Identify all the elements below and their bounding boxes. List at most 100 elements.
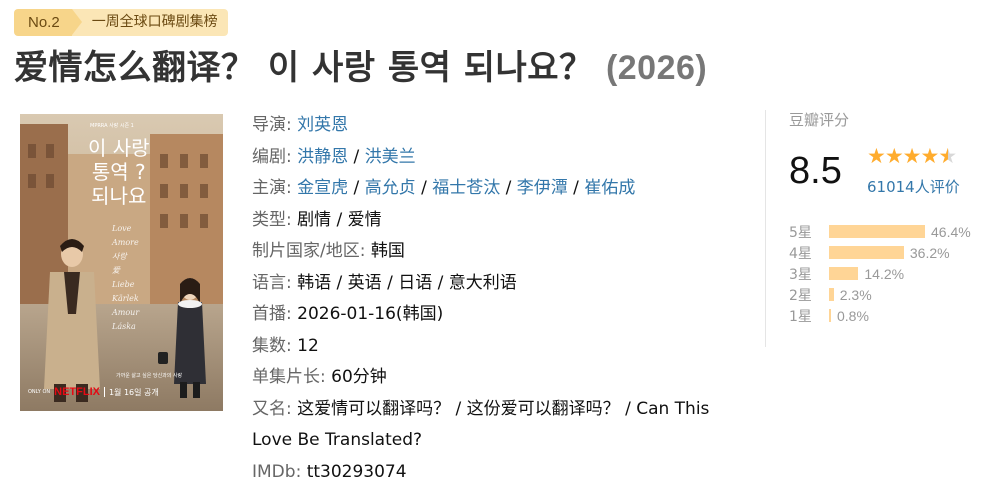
poster-word: 爱: [112, 266, 120, 275]
dist-row: 2星 2.3%: [789, 284, 979, 305]
poster-word: Love: [112, 224, 132, 233]
dist-row: 5星 46.4%: [789, 221, 979, 242]
imdb-label: IMDb:: [252, 461, 302, 482]
premiere-label: 首播:: [252, 304, 292, 324]
star-icon: ★: [920, 144, 939, 168]
dist-bar: [829, 267, 859, 280]
director-row: 导演: 刘英恩: [252, 110, 732, 142]
info-panel: 导演: 刘英恩 编剧: 洪静恩 / 洪美兰 主演: 金宣虎 / 高允贞 / 福士…: [252, 110, 732, 488]
cast-row: 主演: 金宣虎 / 高允贞 / 福士苍汰 / 李伊潭 / 崔佑成: [252, 173, 732, 205]
dist-percent: 2.3%: [839, 286, 872, 303]
genre-label: 类型:: [252, 209, 292, 230]
episodes-row: 集数: 12: [252, 331, 732, 363]
poster-korean-title: 이 사랑 통역 ? 되나요: [88, 136, 150, 208]
poster-word: Kärlek: [112, 294, 139, 303]
aka-row: 又名: 这爱情可以翻译吗？ / 这份爱可以翻译吗？ / Can This Lov…: [252, 394, 732, 457]
language-label: 语言:: [252, 272, 292, 293]
cast-label: 主演:: [252, 178, 292, 198]
star-icon: ★: [884, 144, 904, 168]
country-label: 制片国家/地区:: [252, 241, 366, 261]
dist-bar: [829, 246, 904, 259]
dist-bar: [829, 288, 834, 301]
dist-label: 4星: [789, 245, 812, 262]
imdb-row: IMDb: tt30293074: [252, 457, 732, 489]
half-star-icon: ★: [938, 144, 957, 168]
rank-number: No.2: [14, 9, 82, 36]
rank-badge[interactable]: No.2 一周全球口碑剧集榜: [14, 9, 228, 36]
writer-link[interactable]: 洪美兰: [365, 147, 416, 167]
dist-row: 1星 0.8%: [789, 305, 979, 326]
poster-word: 사랑: [112, 252, 127, 261]
cast-link[interactable]: 福士苍汰: [432, 178, 500, 198]
genre-row: 类型: 剧情 / 爱情: [252, 205, 732, 237]
poster-word: Liebe: [112, 280, 135, 289]
runtime-label: 单集片长:: [252, 367, 326, 387]
poster-divider: [103, 387, 105, 397]
dist-bar: [829, 309, 831, 322]
netflix-logo: NETFLIX: [54, 386, 100, 398]
dist-percent: 46.4%: [931, 223, 971, 240]
country-row: 制片国家/地区: 韩国: [252, 236, 732, 268]
poster-footer: ONLY ON NETFLIX 1월 16일 공개: [28, 386, 159, 398]
dist-percent: 14.2%: [864, 265, 905, 282]
poster-script-words: Love Amore 사랑 爱 Liebe Kärlek Amour Láska: [112, 222, 139, 334]
aka-label: 又名:: [252, 398, 292, 419]
poster-title-line-3: 되나요: [91, 184, 147, 208]
language-row: 语言: 韩语 / 英语 / 日语 / 意大利语: [252, 268, 732, 300]
poster-image[interactable]: MPRRA 사랑 시즌 1 이 사랑 통역 ? 되나요 Love Amore 사…: [20, 114, 223, 411]
aka-value: 这爱情可以翻译吗？ / 这份爱可以翻译吗？ / Can This Love Be…: [252, 398, 710, 451]
dist-label: 1星: [789, 308, 812, 325]
director-label: 导演:: [252, 115, 292, 135]
poster-top-text: MPRRA 사랑 시즌 1: [90, 123, 134, 129]
writer-row: 编剧: 洪静恩 / 洪美兰: [252, 142, 732, 174]
language-value: 韩语 / 英语 / 日语 / 意大利语: [297, 272, 517, 293]
cast-link[interactable]: 高允贞: [365, 178, 416, 198]
title-year: (2026): [605, 49, 708, 87]
episodes-value: 12: [297, 335, 319, 356]
writer-link[interactable]: 洪静恩: [297, 147, 348, 167]
dist-row: 3星 14.2%: [789, 263, 979, 284]
star-icon: ★: [867, 144, 886, 168]
cast-link[interactable]: 崔佑成: [584, 178, 635, 198]
star-icon: ★: [902, 144, 922, 168]
separator: /: [415, 178, 433, 198]
dist-label: 3星: [789, 266, 812, 283]
dist-row: 4星 36.2%: [789, 242, 979, 263]
title-main: 爱情怎么翻译？ 이 사랑 통역 되나요？: [14, 48, 594, 88]
premiere-value: 2026-01-16(韩国): [297, 304, 444, 324]
runtime-value: 60分钟: [331, 367, 387, 387]
dist-bar: [829, 225, 925, 238]
poster-word: Amore: [112, 238, 139, 247]
dist-label: 2星: [789, 287, 812, 304]
director-link[interactable]: 刘英恩: [297, 115, 348, 135]
poster-only-on: ONLY ON: [28, 389, 51, 395]
rating-label: 豆瓣评分: [789, 111, 850, 129]
separator: /: [500, 178, 517, 198]
page-title: 爱情怎么翻译？ 이 사랑 통역 되나요？ (2026): [14, 40, 707, 89]
rank-list-name: 一周全球口碑剧集榜: [71, 9, 228, 36]
premiere-row: 首播: 2026-01-16(韩国): [252, 299, 732, 331]
dist-percent: 0.8%: [837, 307, 869, 324]
poster-word: Amour: [112, 308, 140, 317]
imdb-value: tt30293074: [306, 461, 407, 482]
rating-score: 8.5: [789, 150, 842, 192]
poster-tagline: 가까운 삶고 싶은 당신과의 사랑: [116, 373, 183, 379]
cast-link[interactable]: 金宣虎: [297, 178, 348, 198]
rating-panel: 豆瓣评分 8.5 ★★★★★ 61014人评价 5星 46.4% 4星 36.2…: [765, 110, 980, 347]
episodes-label: 集数:: [252, 335, 292, 356]
separator: /: [567, 178, 585, 198]
poster-release-date: 1월 16일 공개: [108, 387, 159, 397]
writer-label: 编剧:: [252, 146, 292, 167]
genre-value: 剧情 / 爱情: [297, 209, 382, 230]
cast-link[interactable]: 李伊潭: [517, 178, 568, 198]
rating-distribution: 5星 46.4% 4星 36.2% 3星 14.2% 2星 2.3% 1星 0.…: [789, 221, 979, 326]
poster-title-line-2: 통역 ?: [91, 160, 146, 184]
dist-label: 5星: [789, 224, 812, 241]
rating-stars: ★★★★★: [867, 144, 957, 168]
country-value: 韩国: [370, 241, 405, 261]
dist-percent: 36.2%: [909, 244, 950, 261]
separator: /: [348, 178, 365, 198]
runtime-row: 单集片长: 60分钟: [252, 362, 732, 394]
rating-count-link[interactable]: 61014人评价: [867, 176, 960, 197]
poster-word: Láska: [112, 322, 136, 331]
